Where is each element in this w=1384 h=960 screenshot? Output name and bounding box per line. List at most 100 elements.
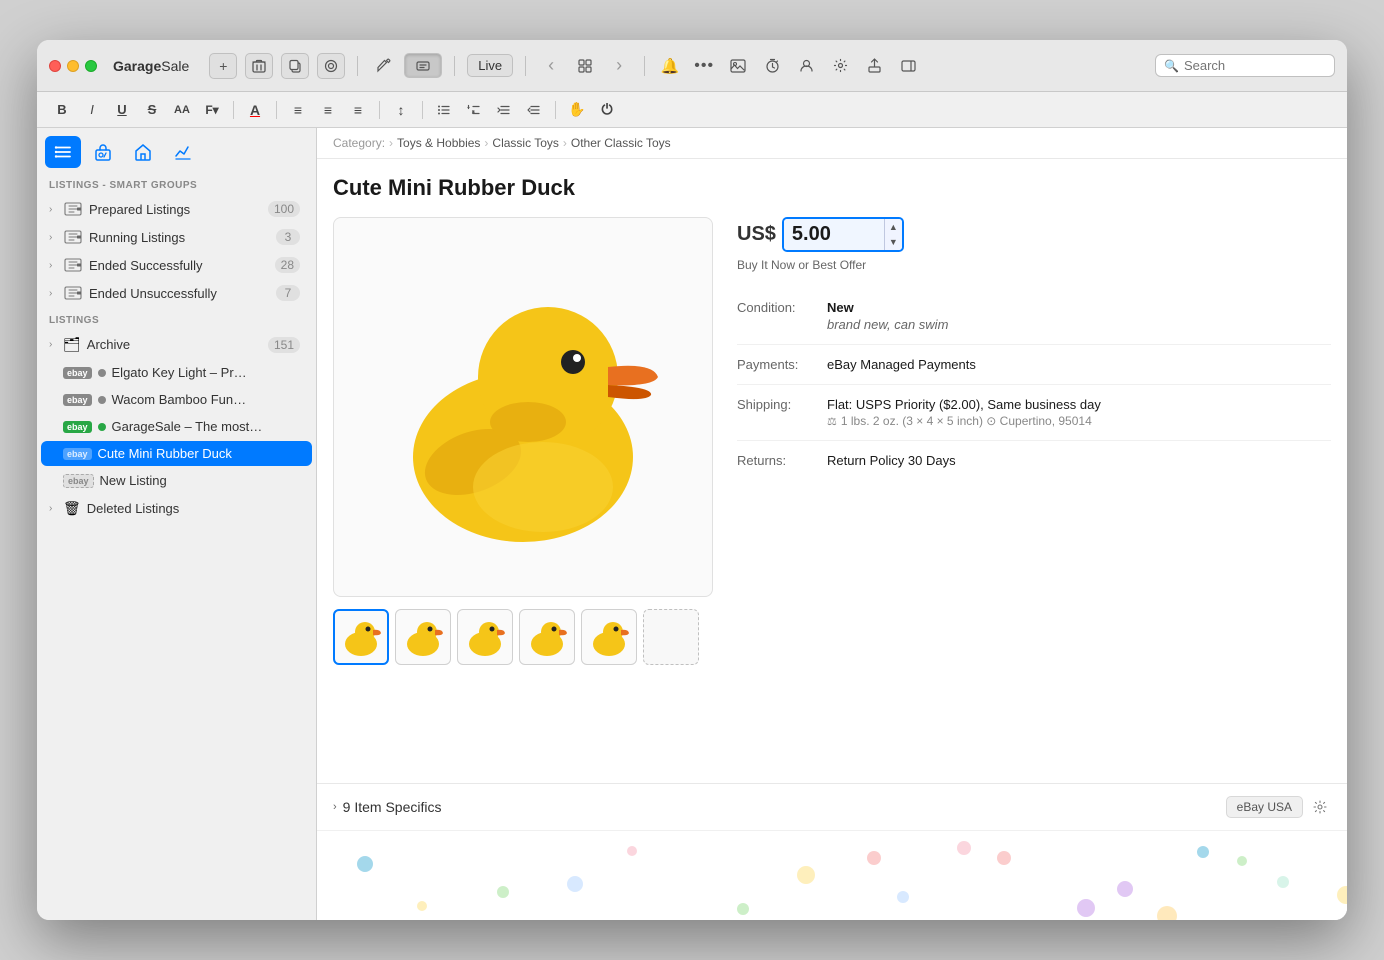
sidebar-item-running[interactable]: › Running Listings 3 — [41, 224, 312, 250]
align-right-button[interactable]: ≡ — [345, 98, 371, 122]
ordered-list-button[interactable] — [461, 98, 487, 122]
smart-groups-header: LISTINGS - SMART GROUPS — [37, 172, 316, 195]
add-listing-button[interactable]: + — [209, 53, 237, 79]
bold-button[interactable]: B — [49, 98, 75, 122]
sep — [233, 101, 234, 119]
price-increment-button[interactable]: ▲ — [885, 219, 902, 235]
underline-button[interactable]: U — [109, 98, 135, 122]
sidebar-tabs — [37, 128, 316, 172]
color-button[interactable]: A — [242, 98, 268, 122]
sidebar-item-rubber-duck[interactable]: › ebay Cute Mini Rubber Duck — [41, 441, 312, 466]
outdent-button[interactable] — [491, 98, 517, 122]
right-panel: Category: › Toys & Hobbies › Classic Toy… — [317, 128, 1347, 920]
returns-row: Returns: Return Policy 30 Days — [737, 441, 1331, 480]
sidebar-item-elgato[interactable]: › ebay Elgato Key Light – Pr… — [41, 360, 312, 385]
price-input-container: ▲ ▼ — [782, 217, 904, 252]
sidebar-item-wacom[interactable]: › ebay Wacom Bamboo Fun… — [41, 387, 312, 412]
traffic-lights — [49, 60, 97, 72]
sidebar-tab-orders[interactable] — [85, 136, 121, 168]
sidebar-tab-listings[interactable] — [45, 136, 81, 168]
price-decrement-button[interactable]: ▼ — [885, 235, 902, 251]
upload-button[interactable] — [861, 53, 887, 79]
breadcrumb-classic[interactable]: Classic Toys — [492, 136, 558, 150]
unordered-list-button[interactable] — [431, 98, 457, 122]
sidebar-item-ended-success[interactable]: › Ended Successfully 28 — [41, 252, 312, 278]
breadcrumb-sep2: › — [484, 136, 488, 150]
hand-tool-button[interactable]: ✋ — [564, 98, 590, 122]
font-size-button[interactable]: AA — [169, 98, 195, 122]
sidebar: LISTINGS - SMART GROUPS › Prepared Listi… — [37, 128, 317, 920]
duck-illustration — [363, 247, 683, 567]
sidebar-item-deleted[interactable]: › 🗑 Deleted Listings — [41, 495, 312, 522]
duplicate-button[interactable] — [281, 53, 309, 79]
more-options-button[interactable]: ••• — [691, 53, 717, 79]
confetti-dot — [1157, 906, 1177, 920]
thumbnail-2[interactable] — [395, 609, 451, 665]
chevron-icon: › — [49, 260, 59, 271]
font-picker-button[interactable]: F▾ — [199, 98, 225, 122]
confetti-dot — [1197, 846, 1209, 858]
sidebar-item-ended-fail[interactable]: › Ended Unsuccessfully 7 — [41, 280, 312, 306]
thumbnail-1[interactable] — [333, 609, 389, 665]
settings-button[interactable] — [827, 53, 853, 79]
toolbar-sep-1 — [357, 56, 358, 76]
nav-fwd-button[interactable]: › — [606, 53, 632, 79]
delete-button[interactable] — [245, 53, 273, 79]
thumbnail-row — [333, 609, 713, 665]
minimize-button[interactable] — [67, 60, 79, 72]
category-label: Category: — [333, 136, 385, 150]
thumbnail-3[interactable] — [457, 609, 513, 665]
search-box[interactable]: 🔍 — [1155, 54, 1335, 77]
price-input[interactable] — [784, 219, 884, 250]
edit-mode-button[interactable] — [370, 53, 396, 79]
nav-back-button[interactable]: ‹ — [538, 53, 564, 79]
condition-value: New brand new, can swim — [827, 300, 1331, 332]
prepared-listings-count: 100 — [268, 201, 300, 217]
sidebar-item-garagesale[interactable]: › ebay GarageSale – The most… — [41, 414, 312, 439]
live-mode-button[interactable]: Live — [467, 54, 513, 77]
sidebar-item-archive[interactable]: › 🗂 Archive 151 — [41, 331, 312, 358]
confetti-dot — [797, 866, 815, 884]
notifications-button[interactable]: 🔔 — [657, 53, 683, 79]
image-button[interactable] — [725, 53, 751, 79]
close-button[interactable] — [49, 60, 61, 72]
confetti-dot — [1237, 856, 1247, 866]
timer-button[interactable] — [759, 53, 785, 79]
sidebar-tab-analytics[interactable] — [165, 136, 201, 168]
align-left-button[interactable]: ≡ — [285, 98, 311, 122]
thumbnail-5[interactable] — [581, 609, 637, 665]
breadcrumb-toys[interactable]: Toys & Hobbies — [397, 136, 480, 150]
condition-detail: brand new, can swim — [827, 317, 1331, 332]
item-specifics-toggle[interactable]: › 9 Item Specifics — [333, 799, 442, 815]
search-input[interactable] — [1184, 58, 1324, 73]
thumbnail-empty[interactable] — [643, 609, 699, 665]
confetti-dot — [737, 903, 749, 915]
status-dot-gray — [98, 369, 106, 377]
thumbnail-4[interactable] — [519, 609, 575, 665]
sidebar-item-prepared[interactable]: › Prepared Listings 100 — [41, 196, 312, 222]
breadcrumb-other[interactable]: Other Classic Toys — [571, 136, 671, 150]
template-button[interactable] — [317, 53, 345, 79]
returns-value: Return Policy 30 Days — [827, 453, 1331, 468]
ended-success-count: 28 — [275, 257, 300, 273]
toolbar-sep-4 — [644, 56, 645, 76]
shipping-label: Shipping: — [737, 397, 827, 412]
align-center-button[interactable]: ≡ — [315, 98, 341, 122]
italic-button[interactable]: I — [79, 98, 105, 122]
preview-mode-button[interactable] — [404, 53, 442, 78]
archive-label: Archive — [87, 337, 268, 352]
currency-label: US$ — [737, 223, 776, 246]
item-specifics-chevron-icon: › — [333, 801, 337, 813]
line-height-button[interactable]: ↕ — [388, 98, 414, 122]
maximize-button[interactable] — [85, 60, 97, 72]
account-button[interactable] — [793, 53, 819, 79]
indent-button[interactable] — [521, 98, 547, 122]
sidebar-item-new-listing[interactable]: › ebay New Listing — [41, 468, 312, 493]
settings-gear-icon[interactable] — [1309, 796, 1331, 818]
panel-toggle-button[interactable] — [895, 53, 921, 79]
sidebar-tab-store[interactable] — [125, 136, 161, 168]
grid-view-button[interactable] — [572, 53, 598, 79]
power-button[interactable]: ⏻ — [594, 98, 620, 122]
ebay-badge-gray: ebay — [63, 367, 92, 379]
strikethrough-button[interactable]: S — [139, 98, 165, 122]
